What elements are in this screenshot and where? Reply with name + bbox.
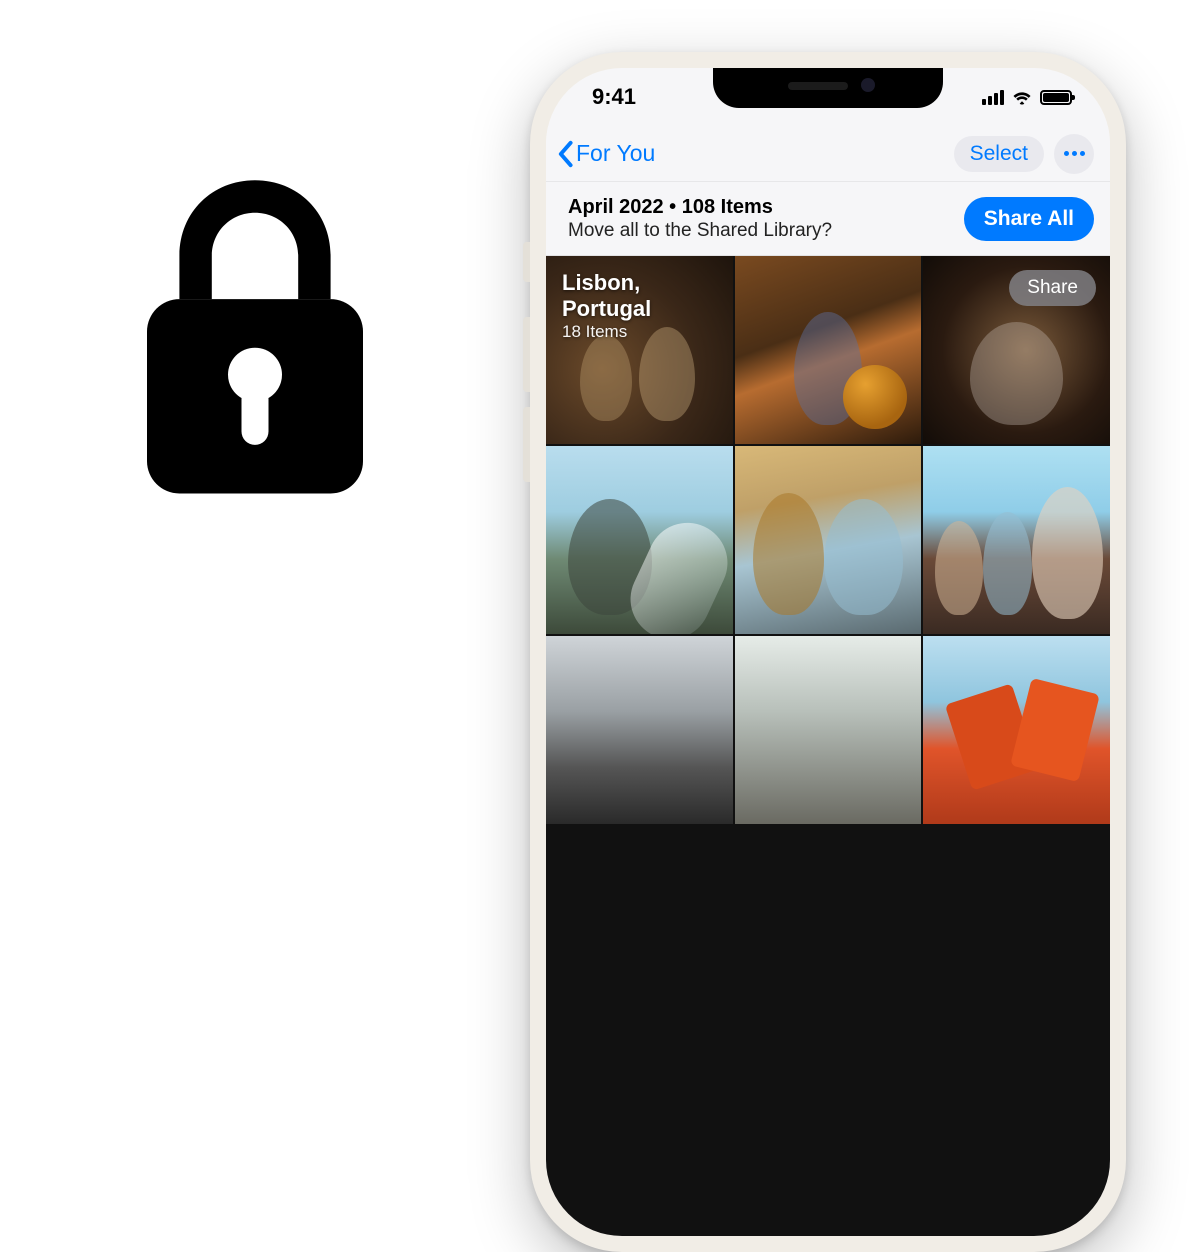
device-notch: [713, 68, 943, 108]
photo-thumbnail[interactable]: Lisbon, Portugal 18 Items: [546, 256, 733, 444]
lock-icon: [120, 165, 390, 525]
photo-thumbnail[interactable]: [923, 636, 1110, 824]
photo-grid[interactable]: Lisbon, Portugal 18 Items Share: [546, 256, 1110, 1236]
share-all-button[interactable]: Share All: [964, 197, 1094, 241]
iphone-device-frame: 9:41 For You Select: [530, 52, 1126, 1252]
select-button[interactable]: Select: [954, 136, 1044, 172]
share-button[interactable]: Share: [1009, 270, 1096, 306]
wifi-icon: [1011, 89, 1033, 105]
album-item-count: 18 Items: [562, 322, 717, 342]
back-label: For You: [576, 140, 655, 167]
photo-thumbnail[interactable]: [735, 446, 922, 634]
navigation-bar: For You Select: [546, 126, 1110, 182]
status-time: 9:41: [592, 84, 636, 110]
section-subtitle: Move all to the Shared Library?: [568, 220, 832, 242]
ellipsis-icon: [1064, 151, 1085, 156]
section-title: April 2022 • 108 Items: [568, 195, 832, 220]
battery-full-icon: [1040, 90, 1072, 105]
photo-thumbnail[interactable]: [546, 636, 733, 824]
photo-thumbnail[interactable]: [735, 256, 922, 444]
photo-thumbnail[interactable]: [923, 446, 1110, 634]
cellular-signal-icon: [982, 90, 1004, 105]
album-overlay: Lisbon, Portugal 18 Items: [546, 256, 733, 356]
photo-thumbnail[interactable]: [735, 636, 922, 824]
share-label: Share: [1027, 277, 1078, 298]
lock-graphic: [95, 145, 415, 545]
section-header-text: April 2022 • 108 Items Move all to the S…: [568, 195, 832, 242]
photo-thumbnail[interactable]: [546, 446, 733, 634]
phone-screen: 9:41 For You Select: [546, 68, 1110, 1236]
more-button[interactable]: [1054, 134, 1094, 174]
chevron-left-icon: [556, 140, 574, 168]
share-all-label: Share All: [984, 207, 1074, 230]
select-label: Select: [970, 142, 1028, 165]
back-button[interactable]: For You: [556, 140, 655, 168]
album-title: Lisbon, Portugal: [562, 270, 717, 322]
photo-thumbnail[interactable]: Share: [923, 256, 1110, 444]
section-header: April 2022 • 108 Items Move all to the S…: [546, 182, 1110, 256]
status-indicators: [982, 89, 1072, 105]
